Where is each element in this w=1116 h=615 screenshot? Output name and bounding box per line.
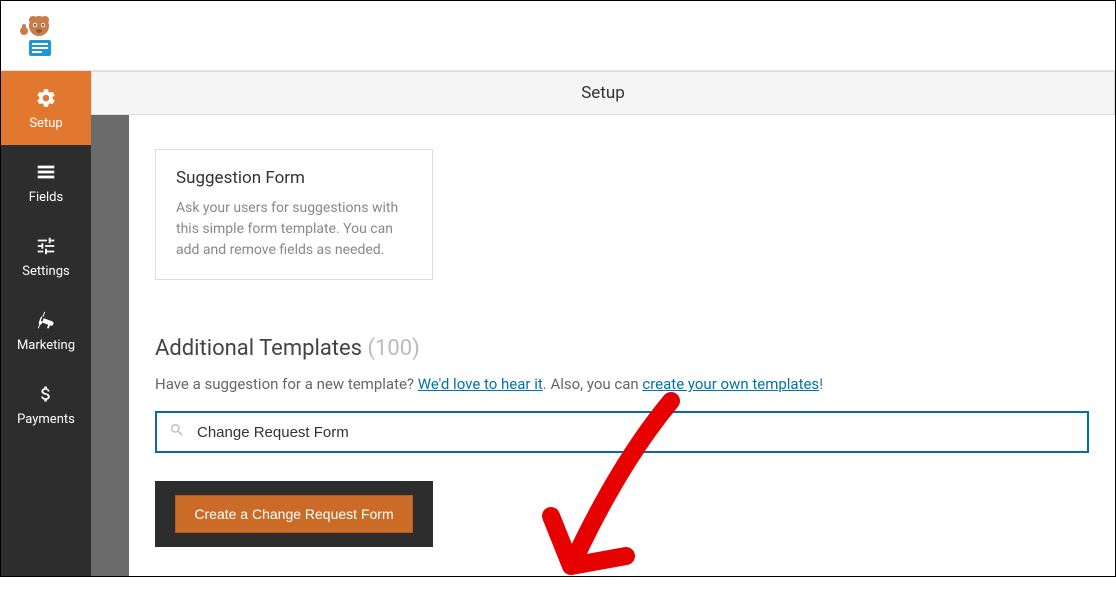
sidebar-item-label: Payments — [17, 412, 75, 427]
template-card-description: Ask your users for suggestions with this… — [176, 198, 412, 261]
template-card-title: Suggestion Form — [176, 168, 412, 188]
link-hear-it[interactable]: We'd love to hear it — [418, 375, 543, 393]
search-input[interactable] — [155, 411, 1089, 453]
template-card-suggestion-form[interactable]: Suggestion Form Ask your users for sugge… — [155, 149, 433, 280]
top-bar — [1, 1, 1115, 71]
sidebar-item-label: Fields — [29, 190, 63, 205]
tab-header-setup[interactable]: Setup — [91, 71, 1115, 115]
sidebar-item-label: Settings — [22, 264, 69, 279]
sidebar-item-fields[interactable]: Fields — [1, 145, 91, 219]
sidebar-item-label: Marketing — [17, 338, 75, 353]
dollar-icon — [34, 382, 58, 406]
suggestion-text: Have a suggestion for a new template? We… — [155, 375, 1089, 393]
sidebar-item-setup[interactable]: Setup — [1, 71, 91, 145]
create-template-button[interactable]: Create a Change Request Form — [175, 495, 412, 533]
sidebar-item-marketing[interactable]: Marketing — [1, 293, 91, 367]
list-icon — [34, 160, 58, 184]
sidebar-item-settings[interactable]: Settings — [1, 219, 91, 293]
section-title-additional: Additional Templates (100) — [155, 336, 1089, 361]
megaphone-icon — [34, 308, 58, 332]
sliders-icon — [34, 234, 58, 258]
sidebar: Setup Fields Settings Marketing Payments — [1, 71, 91, 576]
content-panel: Suggestion Form Ask your users for sugge… — [129, 115, 1115, 576]
sidebar-item-payments[interactable]: Payments — [1, 367, 91, 441]
gear-icon — [34, 86, 58, 110]
search-icon — [169, 422, 185, 442]
result-card[interactable]: Create a Change Request Form — [155, 481, 433, 547]
link-create-templates[interactable]: create your own templates — [642, 375, 819, 393]
tab-title: Setup — [581, 83, 625, 103]
logo — [15, 12, 63, 60]
sidebar-item-label: Setup — [29, 116, 62, 131]
